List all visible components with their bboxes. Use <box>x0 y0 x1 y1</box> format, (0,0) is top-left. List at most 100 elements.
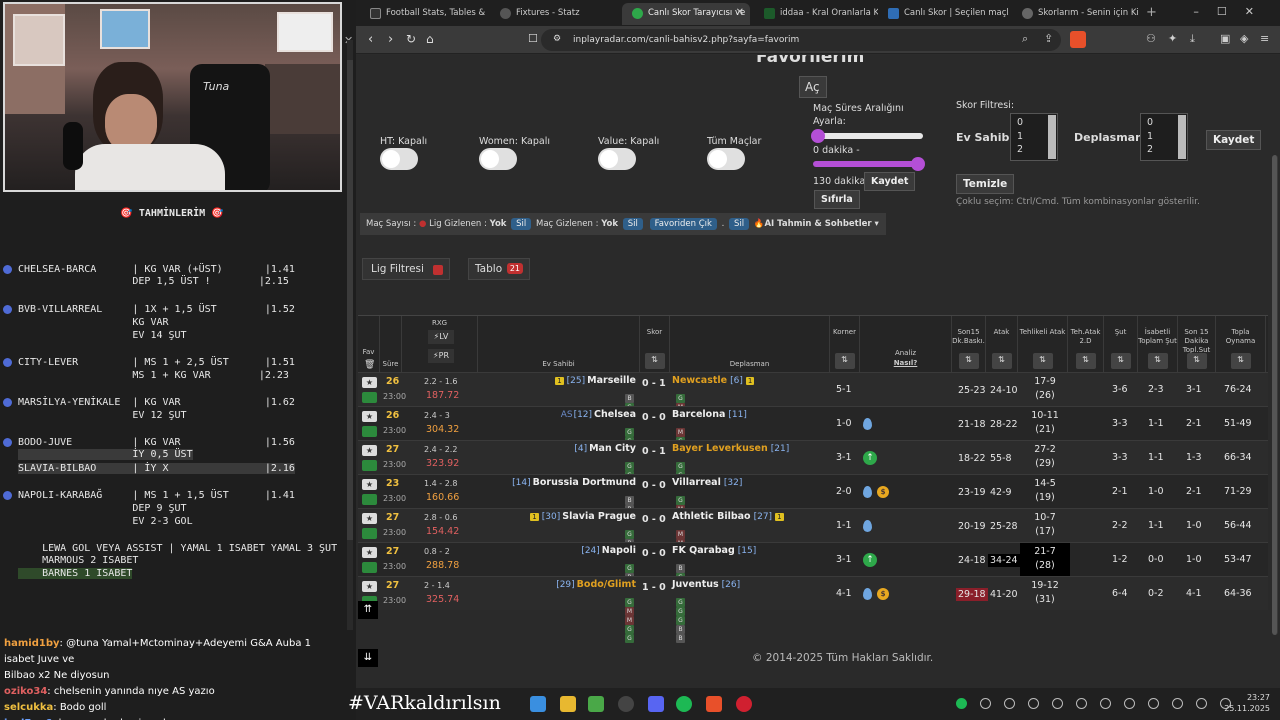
url-field[interactable]: ⚙ inplayradar.com/canli-bahisv2.php?sayfa… <box>541 29 1061 51</box>
header-sut[interactable]: Şut ⇅ <box>1104 316 1138 373</box>
trash-icon[interactable]: 🗑 <box>364 360 375 370</box>
home-icon[interactable]: ⌂ <box>426 32 434 46</box>
start-icon[interactable] <box>530 696 546 712</box>
away-team[interactable]: Bayer Leverkusen [21] <box>672 443 789 454</box>
tray-spotify-icon[interactable] <box>956 698 967 709</box>
home-team[interactable]: [24] Napoli <box>581 545 636 556</box>
reset-range-button[interactable]: Sıfırla <box>814 190 860 209</box>
tab-canli-skor-secilen[interactable]: Canlı Skor | Seçilen maçlar <box>878 3 1008 25</box>
sort-icon[interactable]: ⇅ <box>1032 353 1053 369</box>
page-scrollbar[interactable] <box>1270 55 1280 688</box>
away-score-select[interactable]: 012 <box>1140 113 1188 161</box>
sort-icon[interactable]: ⇅ <box>1110 353 1131 369</box>
notepad-icon[interactable] <box>588 696 604 712</box>
brave-icon[interactable] <box>706 696 722 712</box>
discord-icon[interactable] <box>648 696 664 712</box>
close-tab-icon[interactable]: ✕ <box>736 7 744 18</box>
home-team[interactable]: 1 [25] Marseille <box>555 375 636 386</box>
home-team[interactable]: 1 [30] Slavia Prague <box>530 511 636 522</box>
header-son15sut[interactable]: Son 15 Dakika Topl.Sut ⇅ <box>1178 316 1216 373</box>
money-bag-icon[interactable]: $ <box>877 486 889 498</box>
header-teh2d[interactable]: Teh.Atak 2.D ⇅ <box>1068 316 1104 373</box>
table-button[interactable]: Tablo 21 <box>468 258 530 280</box>
new-tab-icon[interactable]: + <box>1146 5 1157 20</box>
away-team[interactable]: Juventus [26] <box>672 579 740 590</box>
up-arrow-icon[interactable]: ↑ <box>863 553 877 567</box>
open-button[interactable]: Aç <box>799 76 827 98</box>
drop-icon[interactable] <box>863 486 872 498</box>
tray-icon-8[interactable] <box>1148 698 1159 709</box>
tray-icon-4[interactable] <box>1052 698 1063 709</box>
tray-icon-3[interactable] <box>1028 698 1039 709</box>
scroll-up-button[interactable]: ⇈ <box>358 601 378 619</box>
league-filter-button[interactable]: Lig Filtresi <box>362 258 450 280</box>
home-team[interactable]: [14] Borussia Dortmund <box>512 477 636 488</box>
home-team[interactable]: [4] Man City <box>574 443 636 454</box>
sort-icon[interactable]: ⇅ <box>1230 353 1251 369</box>
site-info-icon[interactable]: ⚙ <box>553 34 561 44</box>
header-skor[interactable]: Skor ⇅ <box>640 316 670 373</box>
home-team[interactable]: [29] Bodo/Glimt <box>556 579 636 590</box>
bookmark-icon[interactable]: ☐ <box>528 32 538 45</box>
favorite-star-icon[interactable]: ★ <box>362 411 377 422</box>
tray-icon-1[interactable] <box>980 698 991 709</box>
tray-icon-7[interactable] <box>1124 698 1135 709</box>
ht-toggle[interactable] <box>380 148 418 170</box>
favorite-star-icon[interactable]: ★ <box>362 445 377 456</box>
tray-icon-2[interactable] <box>1004 698 1015 709</box>
tab-iddaa[interactable]: iddaa - Kral Oranlarla Kralı <box>754 3 878 25</box>
scroll-down-button[interactable]: ⇊ <box>358 649 378 667</box>
drop-icon[interactable] <box>863 520 872 532</box>
away-team[interactable]: Villarreal [32] <box>672 477 742 488</box>
sort-icon[interactable]: ⇅ <box>834 353 855 369</box>
favorite-star-icon[interactable]: ★ <box>362 547 377 558</box>
brave-shield-icon[interactable] <box>1070 31 1086 48</box>
save-score-filter-button[interactable]: Kaydet <box>1206 130 1262 150</box>
tray-icon-6[interactable] <box>1100 698 1111 709</box>
sort-icon[interactable]: ⇅ <box>991 353 1012 369</box>
drop-icon[interactable] <box>863 418 872 430</box>
header-isabetli[interactable]: İsabetli Toplam Şut ⇅ <box>1138 316 1178 373</box>
save-range-button[interactable]: Kaydet <box>864 172 916 191</box>
tray-icon-5[interactable] <box>1076 698 1087 709</box>
header-topla[interactable]: Topla Oynama ⇅ <box>1216 316 1266 373</box>
tab-skorlarim[interactable]: Skorlarım - Senin için Kişis <box>1012 3 1138 25</box>
sort-icon[interactable]: ⇅ <box>644 353 665 369</box>
tab-canli-skor[interactable]: Canlı Skor Tarayıcısı ve ✕ <box>622 3 750 25</box>
home-score-select[interactable]: 012 <box>1010 113 1058 161</box>
remove-favorites-button[interactable]: Favoriden Çık <box>649 218 717 230</box>
back-icon[interactable]: ‹ <box>368 32 373 47</box>
away-team[interactable]: Newcastle [6] 1 <box>672 375 755 386</box>
opera-icon[interactable] <box>736 696 752 712</box>
favorite-star-icon[interactable]: ★ <box>362 479 377 490</box>
header-tehlikeli[interactable]: Tehlikeli Atak ⇅ <box>1018 316 1068 373</box>
drop-icon[interactable] <box>863 588 872 600</box>
range-slider-min[interactable] <box>811 129 923 143</box>
reload-icon[interactable]: ↻ <box>406 32 416 46</box>
sort-icon[interactable]: ⇅ <box>958 353 979 369</box>
away-team[interactable]: Athletic Bilbao [27] 1 <box>672 511 784 522</box>
extension-icon[interactable]: ⚇ <box>1146 32 1156 45</box>
zoom-icon[interactable]: ⌕ <box>1022 32 1028 46</box>
window-controls[interactable]: –☐✕ <box>1193 5 1272 18</box>
women-toggle[interactable] <box>479 148 517 170</box>
all-matches-toggle[interactable] <box>707 148 745 170</box>
pr-toggle[interactable]: ⚡PR <box>428 349 454 363</box>
sort-icon[interactable]: ⇅ <box>1147 353 1168 369</box>
sidebar-icon[interactable]: ▣ <box>1220 32 1230 45</box>
mic-icon[interactable] <box>1172 698 1183 709</box>
forward-icon[interactable]: › <box>388 32 393 47</box>
menu-icon[interactable]: ≡ <box>1260 32 1269 45</box>
money-bag-icon[interactable]: $ <box>877 588 889 600</box>
home-team[interactable]: AS[12] Chelsea <box>561 409 636 420</box>
clear-filter-button[interactable]: Temizle <box>956 174 1015 194</box>
favorite-star-icon[interactable]: ★ <box>362 513 377 524</box>
volume-icon[interactable] <box>1196 698 1207 709</box>
share-icon[interactable]: ⇪ <box>1044 32 1053 45</box>
wallet-icon[interactable]: ◈ <box>1240 32 1248 45</box>
tab-fixtures[interactable]: Fixtures - Statz <box>490 3 610 25</box>
up-arrow-icon[interactable]: ↑ <box>863 451 877 465</box>
clear-match-button[interactable]: Sil <box>622 218 643 230</box>
range-slider-max[interactable] <box>813 157 925 171</box>
away-team[interactable]: FK Qarabag [15] <box>672 545 756 556</box>
